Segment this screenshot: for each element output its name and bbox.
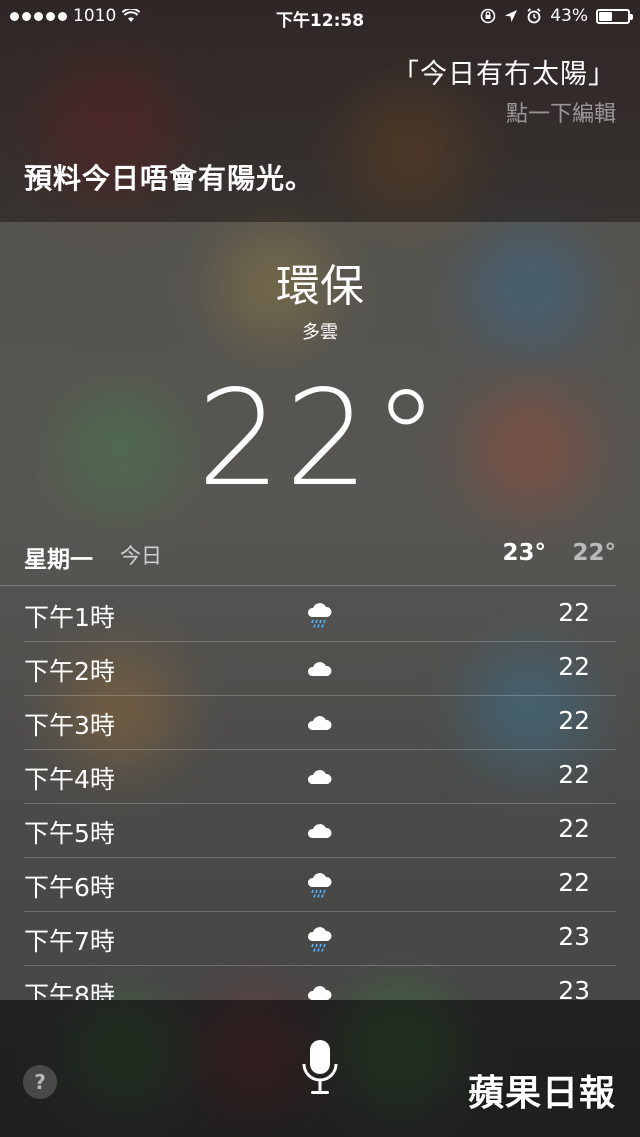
location-icon [505,10,518,22]
status-bar: 1010 下午12:58 43% [0,0,640,34]
rain-cloud-icon [304,870,334,900]
hour-temperature: 22 [558,706,590,735]
hour-label: 下午5時 [24,819,115,848]
high-temperature: 23° [502,540,546,566]
brand-watermark: 蘋果日報 [467,1073,616,1114]
hour-label: 下午2時 [24,657,115,686]
hour-label: 下午8時 [24,981,115,1000]
battery-icon [596,8,633,24]
rain-cloud-icon [304,600,334,630]
cloud-icon [304,654,334,684]
hour-label: 下午1時 [24,603,115,632]
hourly-row: 下午8時 23 [24,966,616,1000]
hour-temperature: 22 [558,598,590,627]
hourly-forecast-list[interactable]: 下午1時 22 下午2時 22 下午3時 22 下午4時 22 下午5時 22 下午6時 22 下午7時… [24,588,616,1000]
day-name: 星期一 [24,547,93,573]
cloud-icon [304,762,334,792]
hourly-row: 下午3時 22 [24,696,616,750]
hourly-row: 下午4時 22 [24,750,616,804]
microphone-button[interactable] [301,1038,339,1098]
help-button[interactable]: ? [23,1065,57,1099]
hour-label: 下午4時 [24,765,115,794]
hour-label: 下午6時 [24,873,115,902]
divider [0,585,616,586]
hourly-row: 下午6時 22 [24,858,616,912]
battery-percent: 43% [550,6,588,26]
cloud-icon [304,978,334,1000]
hourly-row: 下午5時 22 [24,804,616,858]
siri-query-text[interactable]: 「今日有冇太陽」 [392,52,616,91]
hour-temperature: 23 [558,976,590,1000]
hour-temperature: 22 [558,814,590,843]
hourly-row: 下午1時 22 [24,588,616,642]
alarm-icon [527,8,541,24]
hour-temperature: 22 [558,760,590,789]
hour-temperature: 22 [558,652,590,681]
rain-cloud-icon [304,924,334,954]
hour-temperature: 22 [558,868,590,897]
hour-temperature: 23 [558,922,590,951]
today-label: 今日 [120,544,162,568]
hourly-row: 下午2時 22 [24,642,616,696]
tap-to-edit-hint[interactable]: 點一下編輯 [506,96,616,128]
hour-label: 下午3時 [24,711,115,740]
hourly-row: 下午7時 23 [24,912,616,966]
cloud-icon [304,708,334,738]
low-temperature: 22° [572,540,616,566]
hour-label: 下午7時 [24,927,115,956]
weather-city: 環保 [276,261,364,312]
cloud-icon [304,816,334,846]
current-temperature: 22° [197,362,443,516]
siri-answer-text: 預料今日唔會有陽光。 [24,162,315,195]
daily-summary-row: 星期一 今日 23° 22° [24,540,616,574]
orientation-lock-icon [480,8,496,24]
weather-condition: 多雲 [302,322,338,343]
